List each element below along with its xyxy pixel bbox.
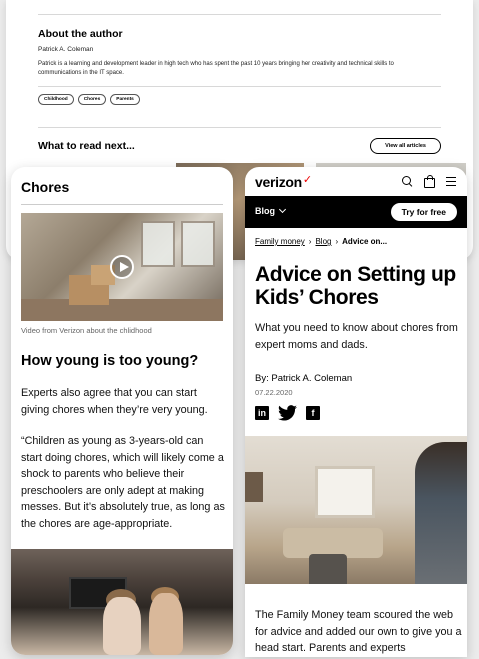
page-title: Chores: [21, 179, 70, 195]
shopping-bag-icon[interactable]: [424, 174, 435, 188]
divider: [38, 86, 441, 87]
article-hero-image: [245, 436, 467, 584]
try-for-free-button[interactable]: Try for free: [390, 203, 457, 221]
divider: [21, 204, 223, 205]
chevron-right-icon: ›: [308, 237, 312, 246]
mobile-screen-chores: Chores Video from Verizon about the chli…: [11, 167, 233, 655]
divider: [38, 14, 441, 15]
author-byline: By: Patrick A. Coleman: [255, 373, 353, 384]
author-name: Patrick A. Coleman: [38, 46, 94, 53]
breadcrumb-family-money[interactable]: Family money: [255, 237, 305, 246]
article-photo: [11, 549, 233, 655]
verizon-logo[interactable]: verizon✓: [255, 174, 312, 190]
social-share: in f: [255, 405, 320, 421]
breadcrumb-blog[interactable]: Blog: [315, 237, 331, 246]
tag-parents[interactable]: Parents: [110, 94, 140, 105]
tag-list: Childhood Chores Parents: [38, 94, 140, 105]
about-author-heading: About the author: [38, 28, 123, 40]
tag-chores[interactable]: Chores: [77, 94, 107, 105]
chevron-down-icon: [278, 205, 287, 214]
view-all-articles-button[interactable]: View all articles: [370, 138, 441, 154]
author-bio: Patrick is a learning and development le…: [38, 61, 394, 76]
play-icon[interactable]: [110, 255, 134, 279]
breadcrumb: Family money › Blog › Advice on...: [255, 237, 387, 246]
read-next-heading: What to read next...: [38, 140, 135, 152]
divider: [38, 127, 441, 128]
article-body: The Family Money team scoured the web fo…: [255, 609, 462, 654]
mobile-screen-article: verizon✓ Blog Try for free Family money ›…: [245, 167, 467, 657]
article-title: Advice on Setting up Kids’ Chores: [255, 263, 456, 309]
tag-childhood[interactable]: Childhood: [38, 94, 74, 105]
header-icons: [402, 174, 457, 188]
twitter-icon[interactable]: [278, 405, 297, 421]
chevron-right-icon: ›: [335, 237, 339, 246]
blog-dropdown[interactable]: Blog: [255, 205, 287, 216]
publish-date: 07.22.2020: [255, 388, 293, 397]
menu-icon[interactable]: [446, 177, 457, 186]
section-heading: How young is too young?: [21, 353, 199, 369]
quote-paragraph: “Children as young as 3-years-old can st…: [21, 435, 225, 530]
video-player[interactable]: [21, 213, 223, 321]
facebook-icon[interactable]: f: [306, 406, 320, 420]
video-caption: Video from Verizon about the chlidhood: [21, 326, 152, 335]
linkedin-icon[interactable]: in: [255, 406, 269, 420]
search-icon[interactable]: [402, 176, 413, 187]
checkmark-icon: ✓: [302, 174, 312, 186]
breadcrumb-current: Advice on...: [342, 237, 388, 246]
article-subtitle: What you need to know about chores from …: [255, 322, 458, 351]
body-paragraph: Experts also agree that you can start gi…: [21, 387, 208, 416]
blog-nav-bar: Blog Try for free: [245, 196, 467, 228]
